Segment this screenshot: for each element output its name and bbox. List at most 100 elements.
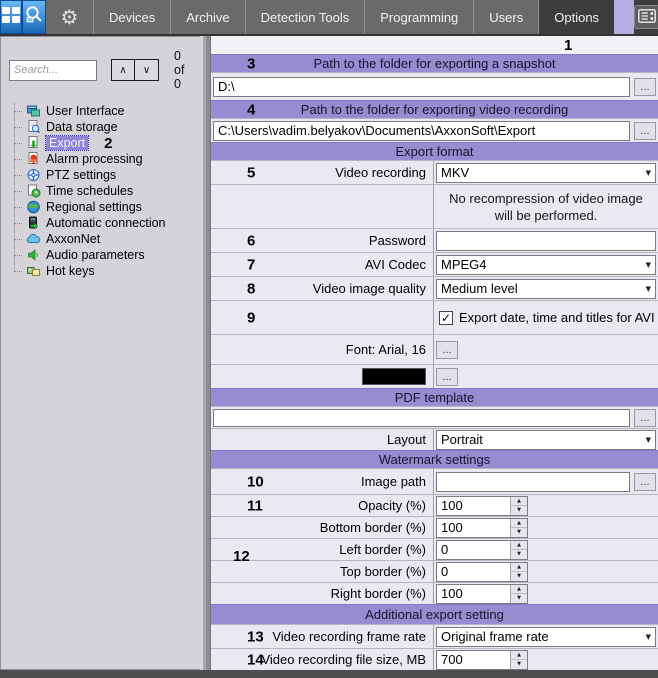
panel-layout-button[interactable] [634, 5, 658, 29]
spin-down-icon[interactable]: ▼ [511, 660, 527, 669]
spin-down-icon[interactable]: ▼ [511, 594, 527, 603]
search-prev-button[interactable]: ∧ [111, 59, 135, 81]
annotation-callout-1: 1 [564, 37, 572, 54]
frame-rate-dropdown[interactable]: Original frame rate ▼ [436, 627, 656, 647]
spin-up-icon[interactable]: ▲ [511, 585, 527, 595]
color-browse-button[interactable]: ... [436, 368, 458, 386]
chevron-up-icon: ∧ [119, 65, 126, 76]
left-border-input[interactable] [437, 541, 510, 559]
image-path-browse-button[interactable]: ... [634, 473, 656, 491]
top-border-row: Top border (%) ▲ ▼ [211, 560, 658, 582]
annotation-callout-10: 10 [247, 473, 264, 490]
avi-codec-dropdown[interactable]: MPEG4 ▼ [436, 255, 656, 275]
right-border-input[interactable] [437, 585, 510, 603]
top-border-spinner: ▲ ▼ [436, 562, 528, 582]
purple-divider [614, 0, 634, 34]
sidebar-item-audio-parameters[interactable]: Audio parameters [5, 247, 200, 263]
recompression-note-row: No recompression of video image will be … [211, 184, 658, 228]
layout-label: Layout [387, 432, 426, 447]
tab-devices[interactable]: Devices [94, 0, 171, 34]
pdf-template-input[interactable] [213, 409, 630, 427]
spin-up-icon[interactable]: ▲ [511, 651, 527, 661]
tab-users[interactable]: Users [474, 0, 539, 34]
section-header-additional: Additional export setting [211, 604, 658, 624]
left-border-label: Left border (%) [339, 542, 426, 557]
panel-splitter[interactable] [200, 36, 210, 670]
section-header-pdf-template: PDF template [211, 388, 658, 406]
search-match-counter: 0 of 0 [174, 49, 194, 91]
video-recording-label: Video recording [335, 165, 426, 180]
spin-down-icon[interactable]: ▼ [511, 572, 527, 581]
sidebar-item-time-schedules[interactable]: Time schedules [5, 183, 200, 199]
layouts-button[interactable] [0, 0, 22, 34]
video-path-input[interactable] [213, 121, 630, 141]
annotation-callout-11: 11 [247, 497, 263, 514]
top-border-input[interactable] [437, 563, 510, 581]
opacity-row: 11 Opacity (%) ▲ ▼ [211, 494, 658, 516]
sidebar-item-hot-keys[interactable]: Hot keys [5, 263, 200, 279]
opacity-input[interactable] [437, 497, 510, 515]
topbar-right-area [634, 0, 658, 34]
spin-down-icon[interactable]: ▼ [511, 506, 527, 515]
tab-programming[interactable]: Programming [365, 0, 474, 34]
search-input[interactable] [9, 60, 97, 81]
video-recording-dropdown[interactable]: MKV ▼ [436, 163, 656, 183]
tab-detection-tools[interactable]: Detection Tools [246, 0, 366, 34]
content-area: ∧ ∨ 0 of 0 User Interface Data storage E… [0, 36, 658, 670]
video-path-browse-button[interactable]: ... [634, 122, 656, 140]
chevron-down-icon: ∨ [143, 65, 150, 76]
layout-row: Layout Portrait ▼ [211, 428, 658, 450]
export-settings-panel: 12 3 Path to the folder for exporting a … [210, 36, 658, 670]
password-input[interactable] [436, 231, 656, 251]
search-panel-button[interactable] [22, 0, 46, 34]
settings-gear-button[interactable]: ⚙ [46, 0, 94, 34]
password-label: Password [369, 233, 426, 248]
left-border-row: Left border (%) ▲ ▼ [211, 538, 658, 560]
layout-dropdown[interactable]: Portrait ▼ [436, 430, 656, 450]
image-path-label: Image path [361, 474, 426, 489]
right-border-row: Right border (%) ▲ ▼ [211, 582, 658, 604]
tab-options[interactable]: Options [539, 0, 614, 34]
spin-down-icon[interactable]: ▼ [511, 528, 527, 537]
bottom-border-input[interactable] [437, 519, 510, 537]
sidebar-item-user-interface[interactable]: User Interface [5, 103, 200, 119]
password-row: 6 Password [211, 228, 658, 252]
pdf-browse-button[interactable]: ... [634, 409, 656, 427]
sidebar-item-regional-settings[interactable]: Regional settings [5, 199, 200, 215]
spin-up-icon[interactable]: ▲ [511, 563, 527, 573]
sidebar-item-axxonnet[interactable]: AxxonNet [5, 231, 200, 247]
sidebar-item-export[interactable]: Export 2 [5, 135, 200, 151]
alarm-icon [26, 152, 41, 166]
annotation-callout-12: 12 [233, 548, 250, 565]
spin-up-icon[interactable]: ▲ [511, 519, 527, 529]
bottom-border-row: Bottom border (%) ▲ ▼ [211, 516, 658, 538]
file-size-input[interactable] [437, 651, 510, 669]
spin-up-icon[interactable]: ▲ [511, 497, 527, 507]
video-quality-dropdown[interactable]: Medium level ▼ [436, 279, 656, 299]
spin-up-icon[interactable]: ▲ [511, 541, 527, 551]
chevron-down-icon: ▼ [646, 261, 651, 269]
snapshot-path-row: ... [211, 72, 658, 100]
search-next-button[interactable]: ∨ [135, 59, 159, 81]
file-size-label: Video recording file size, MB [261, 652, 426, 667]
left-border-spinner: ▲ ▼ [436, 540, 528, 560]
chevron-down-icon: ▼ [646, 436, 651, 444]
export-titles-checkbox[interactable]: ✓ [439, 311, 453, 325]
sidebar-item-ptz-settings[interactable]: PTZ settings [5, 167, 200, 183]
avi-codec-label: AVI Codec [365, 257, 426, 272]
recompression-note: No recompression of video image will be … [436, 190, 656, 224]
sidebar-item-alarm-processing[interactable]: Alarm processing [5, 151, 200, 167]
image-path-input[interactable] [436, 472, 630, 492]
spin-down-icon[interactable]: ▼ [511, 550, 527, 559]
annotation-callout-5: 5 [247, 164, 255, 181]
snapshot-path-input[interactable] [213, 77, 630, 97]
sidebar-item-automatic-connection[interactable]: Automatic connection [5, 215, 200, 231]
tab-archive[interactable]: Archive [171, 0, 245, 34]
ptz-crosshair-icon [26, 168, 41, 182]
chevron-down-icon: ▼ [646, 285, 651, 293]
sidebar-item-data-storage[interactable]: Data storage [5, 119, 200, 135]
font-browse-button[interactable]: ... [436, 341, 458, 359]
video-path-row: ... [211, 118, 658, 142]
title-color-swatch[interactable] [362, 368, 426, 385]
snapshot-browse-button[interactable]: ... [634, 78, 656, 96]
